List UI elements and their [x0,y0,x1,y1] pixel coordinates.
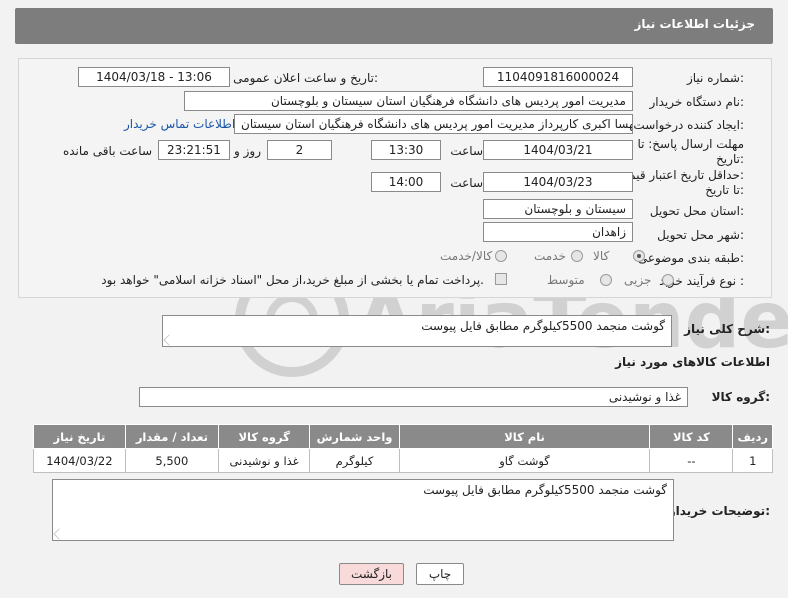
reply-days-label: روز و [234,144,261,158]
description-text: گوشت منجمد 5500کیلوگرم مطابق فایل پیوست [421,319,665,333]
requester-field: مهسا اکبری کارپرداز مدیریت امور پردیس ها… [234,114,633,134]
table-row: 1 -- گوشت گاو کیلوگرم غذا و نوشیدنی 5,50… [33,448,773,473]
resize-handle-icon[interactable] [53,528,65,540]
category-radio-goods-service[interactable] [495,250,507,262]
back-button[interactable]: بازگشت [339,563,404,585]
need-number-field: 1104091816000024 [483,67,633,87]
reply-deadline-label-2: تاریخ: [716,152,744,166]
cell-item-name: گوشت گاو [398,448,651,473]
delivery-province-field: سیستان و بلوچستان [483,199,633,219]
announce-datetime-field: 1404/03/18 - 13:06 [78,67,230,87]
cell-unit: کیلوگرم [309,448,400,473]
col-unit: واحد شمارش [309,424,400,449]
buyer-notes-label: توضیحات خریدار: [668,504,770,518]
need-number-label: شماره نیاز: [686,71,744,85]
treasury-bonds-checkbox[interactable] [495,273,507,285]
col-need-date: تاریخ نیاز [33,424,126,449]
delivery-province-label: استان محل تحویل: [649,204,744,218]
price-validity-time-label: ساعت [450,176,483,190]
reply-time-label: ساعت [450,144,483,158]
buyer-org-field: مدیریت امور پردیس های دانشگاه فرهنگیان ا… [184,91,633,111]
cell-item-group: غذا و نوشیدنی [217,448,311,473]
reply-deadline-label-1: مهلت ارسال پاسخ: تا [637,137,744,151]
process-radio-medium[interactable] [600,274,612,286]
buyer-contact-link[interactable]: اطلاعات تماس خریدار [124,117,235,131]
price-validity-time: 14:00 [371,172,441,192]
cell-need-date: 1404/03/22 [33,448,126,473]
buyer-notes-textarea[interactable]: گوشت منجمد 5500کیلوگرم مطابق فایل پیوست [52,479,674,541]
category-option-service: خدمت [534,249,566,263]
goods-group-label: گروه کالا: [711,390,770,404]
category-radio-goods[interactable] [633,250,645,262]
announce-datetime-label: تاریخ و ساعت اعلان عمومی: [233,71,378,85]
price-validity-date: 1404/03/23 [483,172,633,192]
col-item-code: کد کالا [649,424,734,449]
requester-label: ایجاد کننده درخواست: [633,118,744,132]
category-radio-service[interactable] [571,250,583,262]
category-option-goods-service: کالا/خدمت [440,249,493,263]
buyer-notes-text: گوشت منجمد 5500کیلوگرم مطابق فایل پیوست [423,483,667,497]
page-title: جزئیات اطلاعات نیاز [634,17,755,31]
col-quantity: تعداد / مقدار [124,424,219,449]
goods-group-field: غذا و نوشیدنی [139,387,688,407]
description-textarea[interactable]: گوشت منجمد 5500کیلوگرم مطابق فایل پیوست [162,315,672,347]
process-option-medium: متوسط [547,273,585,287]
category-label: طبقه بندی موضوعی: [637,251,744,265]
reply-deadline-date: 1404/03/21 [483,140,633,160]
print-button[interactable]: چاپ [416,563,464,585]
remaining-time-field: 23:21:51 [158,140,230,160]
resize-handle-icon[interactable] [163,334,175,346]
description-label: شرح کلی نیاز: [684,322,770,336]
remaining-time-label: ساعت باقی مانده [62,144,152,158]
goods-section-title: اطلاعات کالاهای مورد نیاز [615,355,770,369]
price-validity-label-2: تا تاریخ: [705,183,744,197]
process-option-minor: جزیی [624,273,652,287]
cell-item-code: -- [649,448,734,473]
reply-deadline-time: 13:30 [371,140,441,160]
reply-days-field: 2 [267,140,332,160]
header-bar: جزئیات اطلاعات نیاز [15,8,773,44]
delivery-city-field: زاهدان [483,222,633,242]
items-table-header: ردیف کد کالا نام کالا واحد شمارش گروه کا… [33,424,773,449]
cell-row-number: 1 [732,448,773,473]
price-validity-label-1: حداقل تاریخ اعتبار قیمت: [617,168,744,182]
col-item-group: گروه کالا [217,424,311,449]
col-row-number: ردیف [732,424,773,449]
treasury-bonds-note: پرداخت تمام یا بخشی از مبلغ خرید،از محل … [101,273,484,287]
items-table: ردیف کد کالا نام کالا واحد شمارش گروه کا… [33,424,773,473]
buyer-org-label: نام دستگاه خریدار: [649,95,745,109]
delivery-city-label: شهر محل تحویل: [657,228,744,242]
process-radio-minor[interactable] [662,274,674,286]
category-option-goods: کالا [593,249,610,263]
cell-quantity: 5,500 [124,448,219,473]
col-item-name: نام کالا [398,424,651,449]
